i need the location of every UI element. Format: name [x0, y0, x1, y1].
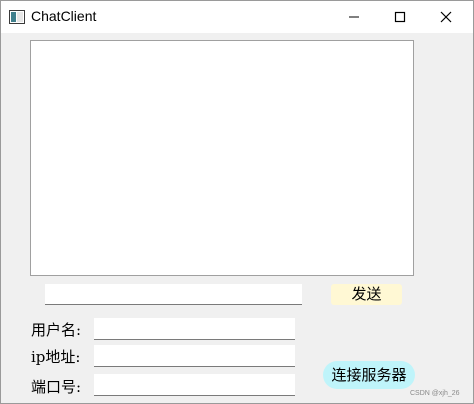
send-button[interactable]: 发送 — [331, 284, 402, 305]
minimize-button[interactable] — [331, 1, 377, 33]
title-bar[interactable]: ChatClient — [1, 1, 473, 33]
watermark: CSDN @xjh_26 — [410, 390, 460, 397]
maximize-icon — [394, 11, 406, 23]
ip-field[interactable] — [94, 345, 295, 367]
connect-server-button[interactable]: 连接服务器 — [323, 361, 415, 389]
close-button[interactable] — [423, 1, 469, 33]
window-title: ChatClient — [31, 8, 97, 24]
message-input[interactable] — [45, 284, 302, 305]
app-window-icon — [9, 9, 25, 24]
minimize-icon — [349, 16, 359, 18]
port-label: 端口号: — [31, 378, 82, 396]
chat-client-window: ChatClient 发送 用户名: ip地址: 端口号: 连接服务器 CSDN… — [0, 0, 474, 404]
chat-log[interactable] — [30, 40, 414, 276]
ip-label: ip地址: — [31, 348, 81, 366]
username-field[interactable] — [94, 318, 295, 340]
port-field[interactable] — [94, 374, 295, 396]
username-label: 用户名: — [31, 321, 82, 339]
maximize-button[interactable] — [377, 1, 423, 33]
close-icon — [440, 11, 452, 23]
